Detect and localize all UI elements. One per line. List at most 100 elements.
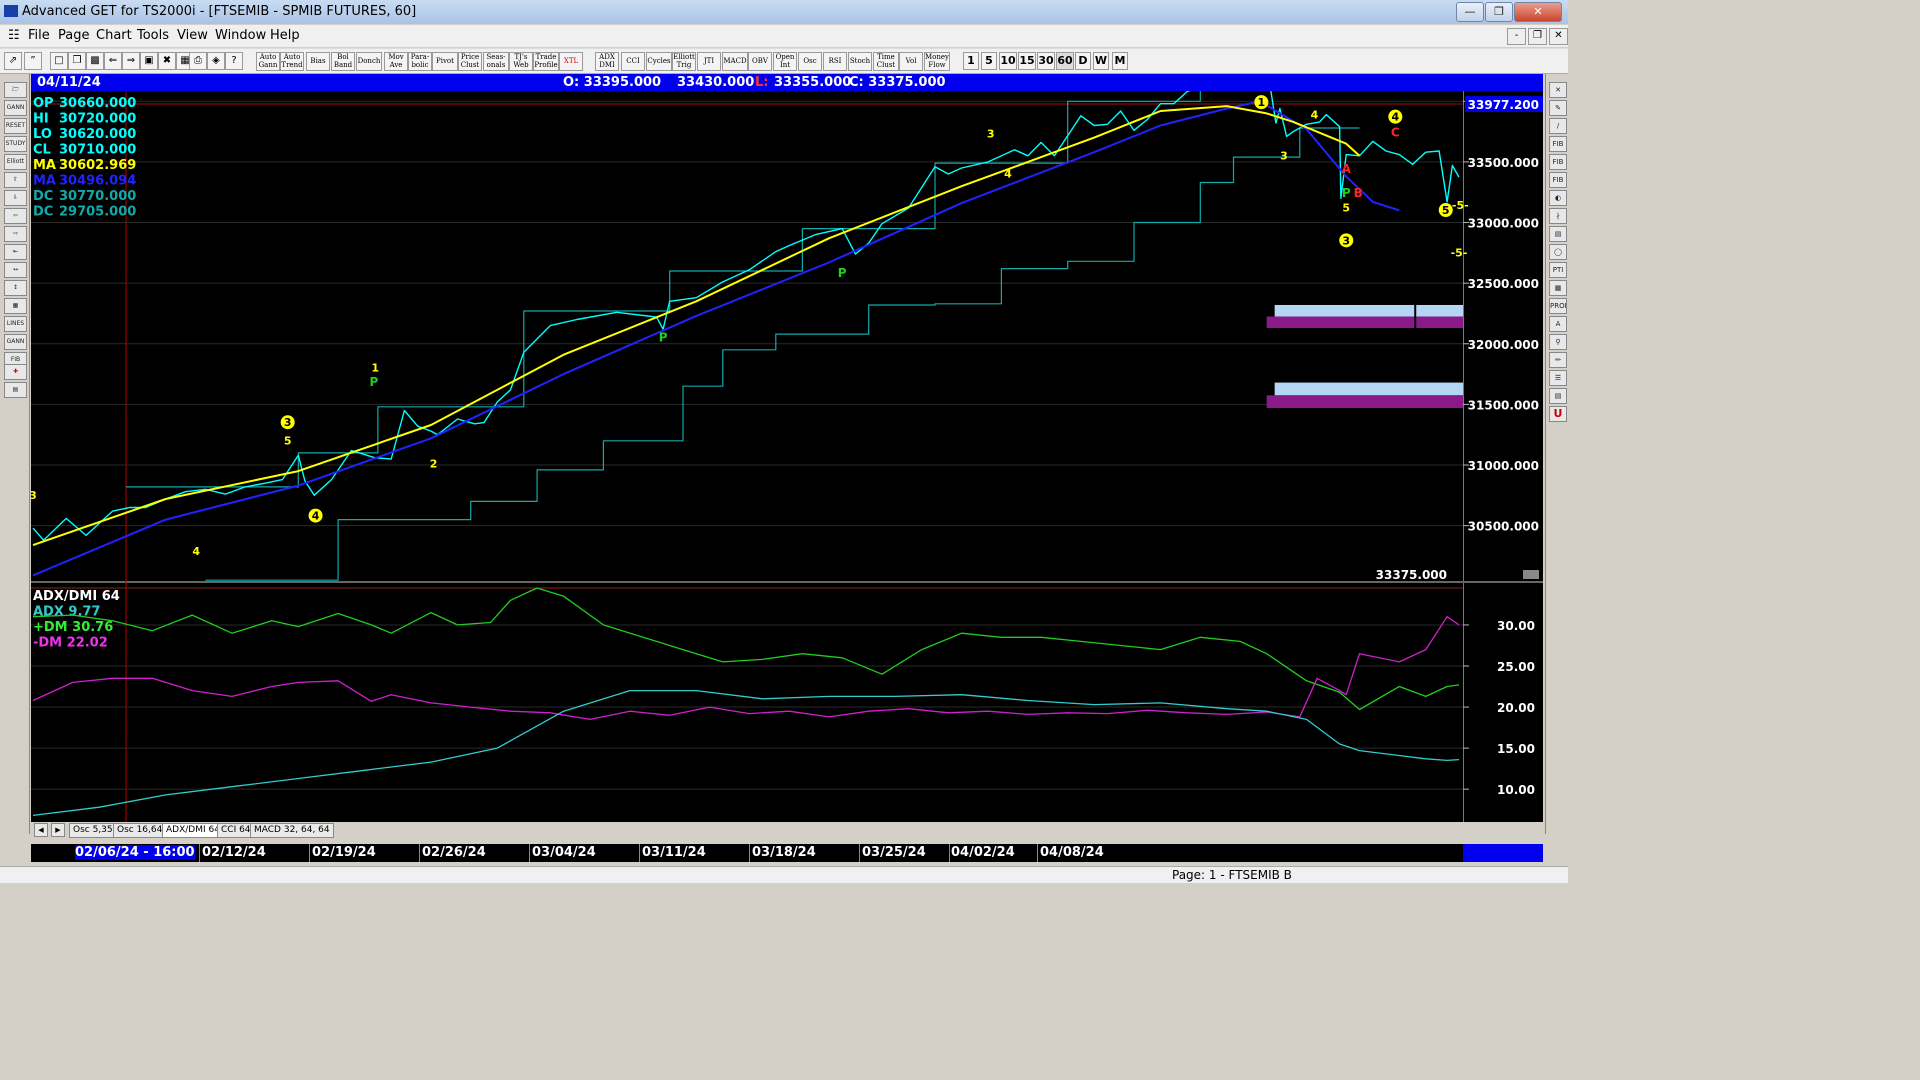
- interval-5[interactable]: 5: [981, 52, 997, 70]
- interval-1[interactable]: 1: [963, 52, 979, 70]
- study-bias[interactable]: Bias: [306, 52, 330, 71]
- crosshair-icon[interactable]: ✚: [4, 364, 27, 380]
- study-donch[interactable]: Donch: [356, 52, 382, 71]
- study-cycles[interactable]: Cycles: [646, 52, 672, 71]
- study-vol[interactable]: Vol: [899, 52, 923, 71]
- menu-chart[interactable]: Chart: [96, 28, 132, 43]
- arc-icon[interactable]: ◐: [1549, 190, 1567, 206]
- interval-60[interactable]: 60: [1056, 52, 1074, 70]
- fib-ret-icon[interactable]: FIB: [1549, 136, 1567, 152]
- lightbulb-icon[interactable]: ◈: [207, 52, 225, 70]
- study-jti[interactable]: JTI: [697, 52, 721, 71]
- mdi-close-button[interactable]: ✕: [1549, 28, 1568, 45]
- expand-icon[interactable]: ↔: [4, 262, 27, 278]
- study-obv[interactable]: OBV: [748, 52, 772, 71]
- bar-select-icon[interactable]: ⇤: [4, 244, 27, 260]
- arrow-left-icon[interactable]: ⇦: [4, 208, 27, 224]
- chart-area[interactable]: OP 30660.000 HI 30720.000 LO 30620.000 CL 30710…: [31, 91, 1543, 822]
- reset-icon[interactable]: RESET: [4, 118, 27, 134]
- study-bol-band[interactable]: Bol Band: [331, 52, 355, 71]
- elliott-icon[interactable]: Elliott: [4, 154, 27, 170]
- study-auto-trend[interactable]: Auto Trend: [280, 52, 304, 71]
- tab-scroll-right-icon[interactable]: ▶: [51, 823, 65, 837]
- calendar-icon[interactable]: ▤: [1549, 388, 1567, 404]
- prob-icon[interactable]: PROB: [1549, 298, 1567, 314]
- snapshot-icon[interactable]: ▤: [4, 382, 27, 398]
- print-icon[interactable]: ⎙: [189, 52, 207, 70]
- text-tool-icon[interactable]: A: [1549, 316, 1567, 332]
- study-macd[interactable]: MACD: [722, 52, 748, 71]
- interval-10[interactable]: 10: [999, 52, 1017, 70]
- tab-cci[interactable]: CCI 64: [217, 823, 255, 838]
- grid-tool-icon[interactable]: ▦: [4, 298, 27, 314]
- menu-file[interactable]: File: [28, 28, 50, 43]
- compress-icon[interactable]: ↕: [4, 280, 27, 296]
- study-adx-dmi[interactable]: ADX DMI: [595, 52, 619, 71]
- study-auto-gann[interactable]: Auto Gann: [256, 52, 280, 71]
- tab-macd[interactable]: MACD 32, 64, 64: [250, 823, 334, 838]
- box-icon[interactable]: ▦: [1549, 280, 1567, 296]
- channel-icon[interactable]: ▤: [1549, 226, 1567, 242]
- study-time-clust[interactable]: Time Clust: [873, 52, 899, 71]
- arrow-right-icon[interactable]: ⇨: [4, 226, 27, 242]
- close-button[interactable]: ✕: [1514, 2, 1562, 22]
- mdi-restore-button[interactable]: ❐: [1528, 28, 1547, 45]
- lines-icon[interactable]: LINES: [4, 316, 27, 332]
- study-icon[interactable]: STUDY: [4, 136, 27, 152]
- menu-page[interactable]: Page: [58, 28, 89, 43]
- menu-window[interactable]: Window: [215, 28, 266, 43]
- study-elliott-trig[interactable]: Elliott Trig: [672, 52, 696, 71]
- menu-view[interactable]: View: [177, 28, 208, 43]
- arrow-up-icon[interactable]: ⇧: [4, 172, 27, 188]
- study-cci[interactable]: CCI: [621, 52, 645, 71]
- quote-icon[interactable]: ”: [24, 52, 42, 70]
- gann-fan-icon[interactable]: GANN: [4, 334, 27, 350]
- interval-30[interactable]: 30: [1037, 52, 1055, 70]
- study-pivot[interactable]: Pivot: [432, 52, 458, 71]
- undo-icon[interactable]: U: [1549, 406, 1567, 422]
- tool-gann-icon[interactable]: GANN: [4, 100, 27, 116]
- menu-help[interactable]: Help: [270, 28, 300, 43]
- help-icon[interactable]: ?: [225, 52, 243, 70]
- pti-icon[interactable]: PTI: [1549, 262, 1567, 278]
- tab-scroll-left-icon[interactable]: ◀: [34, 823, 48, 837]
- study-osc[interactable]: Osc: [798, 52, 822, 71]
- minimize-button[interactable]: —: [1456, 2, 1484, 22]
- list-icon[interactable]: ☰: [1549, 370, 1567, 386]
- tab-adx-dmi[interactable]: ADX/DMI 64: [162, 823, 224, 838]
- fan-icon[interactable]: ∤: [1549, 208, 1567, 224]
- study-seasonals[interactable]: Seas-onals: [483, 52, 509, 71]
- study-money-flow[interactable]: Money Flow: [924, 52, 950, 71]
- interval-15[interactable]: 15: [1018, 52, 1036, 70]
- tab-osc-16-64[interactable]: Osc 16,64: [113, 823, 167, 838]
- new-page-icon[interactable]: □: [50, 52, 68, 70]
- menu-tools[interactable]: Tools: [137, 28, 169, 43]
- study-xtl[interactable]: XTL: [559, 52, 583, 71]
- folder-icon[interactable]: 🗁: [4, 82, 27, 98]
- zoom-fit-icon[interactable]: ▣: [140, 52, 158, 70]
- maximize-button[interactable]: ❐: [1485, 2, 1513, 22]
- interval-w[interactable]: W: [1093, 52, 1109, 70]
- cross-icon[interactable]: ✕: [1549, 82, 1567, 98]
- study-open-int[interactable]: Open Int: [773, 52, 797, 71]
- scroll-right-icon[interactable]: ⇒: [122, 52, 140, 70]
- ellipse-icon[interactable]: ◯: [1549, 244, 1567, 260]
- arrange-icon[interactable]: ▩: [86, 52, 104, 70]
- fib-ext-icon[interactable]: FIB: [1549, 154, 1567, 170]
- study-rsi[interactable]: RSI: [823, 52, 847, 71]
- study-mov-ave[interactable]: Mov Ave: [384, 52, 408, 71]
- pointer-icon[interactable]: ⇗: [4, 52, 22, 70]
- study-price-clust[interactable]: Price Clust: [458, 52, 482, 71]
- study-trade-profile[interactable]: Trade Profile: [533, 52, 559, 71]
- zoom-icon[interactable]: ⚲: [1549, 334, 1567, 350]
- scroll-left-icon[interactable]: ⇐: [104, 52, 122, 70]
- pen-icon[interactable]: ✎: [1549, 100, 1567, 116]
- document-icon[interactable]: ☷: [8, 28, 20, 43]
- interval-d[interactable]: D: [1075, 52, 1091, 70]
- study-stoch[interactable]: Stoch: [848, 52, 872, 71]
- paint-icon[interactable]: ✏: [1549, 352, 1567, 368]
- tab-osc-5-35[interactable]: Osc 5,35: [69, 823, 117, 838]
- mdi-minimize-button[interactable]: -: [1507, 28, 1526, 45]
- arrow-down-icon[interactable]: ⇩: [4, 190, 27, 206]
- delete-icon[interactable]: ✖: [158, 52, 176, 70]
